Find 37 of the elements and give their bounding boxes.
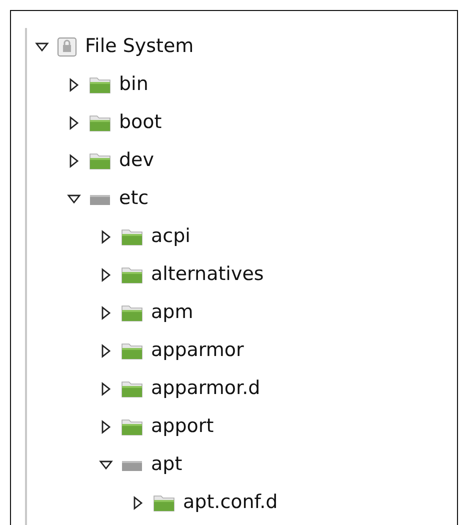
expand-arrow-icon[interactable]	[67, 78, 81, 92]
tree-item[interactable]: apt.conf.d	[183, 492, 278, 514]
folder-icon	[89, 76, 111, 94]
folder-icon	[121, 418, 143, 436]
tree-item[interactable]: bin	[119, 74, 148, 96]
expand-arrow-icon[interactable]	[131, 496, 145, 510]
expand-arrow-icon[interactable]	[99, 268, 113, 282]
tree-item[interactable]: apparmor	[151, 340, 244, 362]
collapse-arrow-icon[interactable]	[99, 458, 113, 472]
expand-arrow-icon[interactable]	[67, 116, 81, 130]
tree-item[interactable]: alternatives	[151, 264, 264, 286]
folder-icon	[89, 152, 111, 170]
folder-icon	[121, 380, 143, 398]
expand-arrow-icon[interactable]	[67, 154, 81, 168]
expand-arrow-icon[interactable]	[99, 344, 113, 358]
folder-icon	[121, 266, 143, 284]
folder-icon	[153, 494, 175, 512]
drive-icon	[57, 37, 77, 57]
expand-arrow-icon[interactable]	[99, 420, 113, 434]
folder-icon	[121, 228, 143, 246]
collapse-arrow-icon[interactable]	[67, 192, 81, 206]
folder-icon	[121, 304, 143, 322]
expand-arrow-icon[interactable]	[99, 382, 113, 396]
tree-item[interactable]: apport	[151, 416, 214, 438]
tree-item[interactable]: dev	[119, 150, 154, 172]
tree-item[interactable]: etc	[119, 188, 149, 210]
expand-arrow-icon[interactable]	[99, 230, 113, 244]
collapse-arrow-icon[interactable]	[35, 40, 49, 54]
folder-icon	[121, 342, 143, 360]
tree-item[interactable]: apt	[151, 454, 182, 476]
tree-item[interactable]: boot	[119, 112, 162, 134]
tree-item[interactable]: File System	[85, 36, 194, 58]
tree-item[interactable]: apparmor.d	[151, 378, 260, 400]
tree-item[interactable]: acpi	[151, 226, 190, 248]
folder-icon	[89, 114, 111, 132]
expand-arrow-icon[interactable]	[99, 306, 113, 320]
tree-item[interactable]: apm	[151, 302, 194, 324]
